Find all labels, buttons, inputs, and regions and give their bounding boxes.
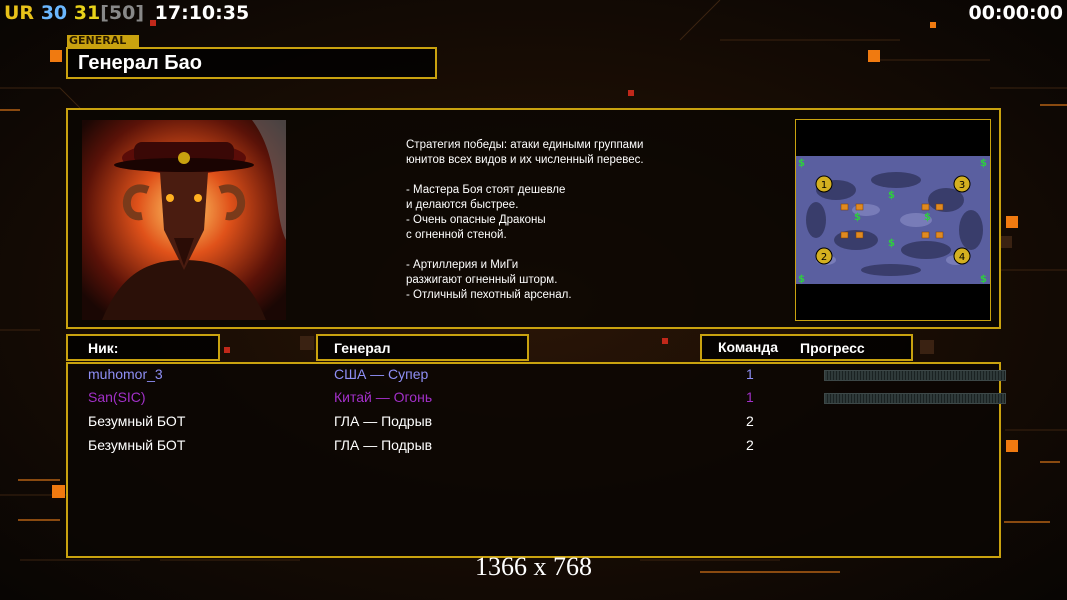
svg-text:2: 2 [821, 252, 827, 263]
player-nick: Безумный БОТ [88, 437, 186, 453]
description-line: юнитов всех видов и их численный перевес… [406, 154, 644, 166]
fps-counter: UR 30 31[50] 17:10:35 [4, 2, 249, 24]
team-progress-header: Команда Прогресс [700, 334, 913, 361]
player-nick: muhomor_3 [88, 366, 163, 382]
player-row: Безумный БОТ ГЛА — Подрыв 2 [88, 413, 988, 435]
progress-bar [824, 393, 1006, 404]
clock: 17:10:35 [154, 2, 250, 24]
player-team: 1 [746, 389, 754, 405]
general-portrait [82, 120, 286, 320]
player-general: Китай — Огонь [334, 389, 433, 405]
svg-text:4: 4 [959, 252, 965, 263]
description-line: - Артиллерия и МиГи [406, 259, 519, 271]
player-list: muhomor_3 США — Супер 1 San(SIC) Китай —… [66, 362, 1006, 558]
resource-marker: $ [854, 212, 861, 223]
general-title-box: Генерал Бао [66, 47, 437, 79]
description-line: Стратегия победы: атаки едиными группами [406, 139, 644, 151]
ur-label: UR [4, 2, 35, 24]
resource-marker: $ [888, 238, 895, 249]
nick-header: Ник: [66, 334, 220, 361]
description-line: - Очень опасные Драконы [406, 214, 546, 226]
player-team: 1 [746, 366, 754, 382]
player-general: США — Супер [334, 366, 429, 382]
progress-header-label: Прогресс [800, 340, 865, 356]
game-timer: 00:00:00 [968, 2, 1063, 24]
player-team: 2 [746, 413, 754, 429]
player-row: San(SIC) Китай — Огонь 1 [88, 389, 1006, 411]
resource-marker: $ [980, 274, 987, 285]
resource-marker: $ [798, 274, 805, 285]
progress-bar [824, 370, 1006, 381]
fps-value-b: 31 [73, 2, 101, 24]
description-line: и делаются быстрее. [406, 199, 519, 211]
resource-marker: $ [924, 212, 931, 223]
general-description: Стратегия победы: атаки едиными группами… [406, 138, 644, 303]
description-line: разжигают огненный шторм. [406, 274, 558, 286]
description-line [406, 168, 644, 183]
svg-text:3: 3 [959, 180, 965, 191]
nick-header-label: Ник: [88, 340, 119, 356]
general-tag: GENERAL [67, 35, 139, 47]
description-line: с огненной стеной. [406, 229, 507, 241]
player-general: ГЛА — Подрыв [334, 437, 433, 453]
player-row: Безумный БОТ ГЛА — Подрыв 2 [88, 437, 988, 459]
general-header-label: Генерал [334, 340, 391, 356]
fps-value-a: 30 [40, 2, 68, 24]
player-team: 2 [746, 437, 754, 453]
map-preview: $ $ $ $ $ $ $ $ 1 2 3 4 [795, 119, 991, 321]
resource-marker: $ [798, 158, 805, 169]
description-line [406, 243, 644, 258]
player-row: muhomor_3 США — Супер 1 [88, 366, 1006, 388]
general-info-panel: Стратегия победы: атаки едиными группами… [66, 108, 1001, 329]
resource-marker: $ [980, 158, 987, 169]
general-header: Генерал [316, 334, 529, 361]
description-line: - Отличный пехотный арсенал. [406, 289, 572, 301]
svg-text:1: 1 [821, 180, 827, 191]
team-header-label: Команда [718, 339, 778, 355]
general-name: Генерал Бао [78, 52, 202, 74]
player-general: ГЛА — Подрыв [334, 413, 433, 429]
fps-cap: [50] [100, 2, 145, 24]
player-nick: San(SIC) [88, 389, 146, 405]
player-nick: Безумный БОТ [88, 413, 186, 429]
resource-marker: $ [888, 190, 895, 201]
description-line: - Мастера Боя стоят дешевле [406, 184, 566, 196]
resolution-label: 1366 x 768 [475, 552, 592, 581]
